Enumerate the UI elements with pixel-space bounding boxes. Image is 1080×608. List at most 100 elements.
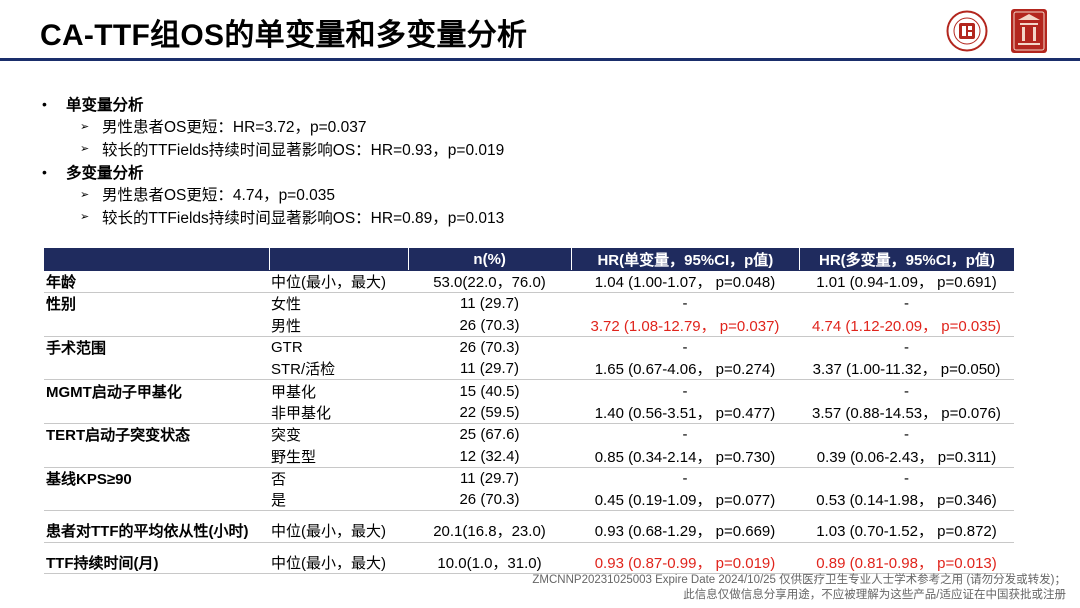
table-row: STR/活检 11 (29.7) 1.65 (0.67-4.06， p=0.274)… <box>44 358 1014 379</box>
univariate-hr-cell: 0.93 (0.87-0.99， p=0.019) <box>594 554 776 572</box>
n-percent-cell: 26 (70.3) <box>459 339 520 357</box>
n-percent-cell: 26 (70.3) <box>459 491 520 509</box>
subgroup-cell: 中位(最小，最大) <box>271 523 386 541</box>
header-cell <box>270 248 409 270</box>
row-label-cell: 基线KPS≥90 <box>46 470 132 488</box>
n-percent-cell: 25 (67.6) <box>459 426 520 444</box>
header-cell: HR(多变量，95%CI，p值) <box>819 251 995 269</box>
n-percent-cell: 11 (29.7) <box>460 295 519 313</box>
table-row: 男性 26 (70.3) 3.72 (1.08-12.79， p=0.037) 4.7… <box>44 315 1014 336</box>
table-row: 非甲基化 22 (59.5) 1.40 (0.56-3.51， p=0.477) 3.… <box>44 402 1014 423</box>
bullet-sub: ➢ 较长的TTFields持续时间显著影响OS：HR=0.89，p=0.013 <box>80 209 505 227</box>
table-group: 手术范围 GTR 26 (70.3) - - STR/活检 11 (29.7) 1.65 (0… <box>44 337 1014 381</box>
table-group: 患者对TTF的平均依从性(小时) 中位(最小，最大) 20.1(16.8，23.0)… <box>44 520 1014 543</box>
n-percent-cell: 53.0(22.0，76.0) <box>433 274 546 292</box>
table-row: TTF持续时间(月) 中位(最小，最大) 10.0(1.0，31.0) 0.93 (0… <box>44 552 1014 573</box>
arrow-icon: ➢ <box>80 143 90 156</box>
table-row: TERT启动子突变状态 突变 25 (67.6) - - <box>44 424 1014 445</box>
multivariate-hr-cell: - <box>904 295 909 313</box>
multivariate-hr-cell: 1.03 (0.70-1.52， p=0.872) <box>816 523 997 541</box>
subgroup-cell: 否 <box>271 470 287 488</box>
table-row: 患者对TTF的平均依从性(小时) 中位(最小，最大) 20.1(16.8，23.0)… <box>44 520 1014 541</box>
table-group: 性别 女性 11 (29.7) - - 男性 26 (70.3) 3.72 (1.08-12.… <box>44 293 1014 337</box>
header-cell: HR(单变量，95%CI，p值) <box>572 248 800 270</box>
multivariate-hr-cell: 0.53 (0.14-1.98， p=0.346) <box>816 492 997 510</box>
multivariate-hr-cell: - <box>904 382 909 400</box>
row-label-cell: 患者对TTF的平均依从性(小时) <box>46 523 249 541</box>
subgroup-cell: 甲基化 <box>271 383 317 401</box>
table-group: 基线KPS≥90 否 11 (29.7) - - 是 26 (70.3) 0.45 (0.19… <box>44 468 1014 512</box>
header-cell <box>44 248 271 270</box>
table-row: 性别 女性 11 (29.7) - - <box>44 293 1014 314</box>
univariate-hr-cell: 0.85 (0.34-2.14， p=0.730) <box>594 448 776 466</box>
row-spacer <box>44 511 1014 520</box>
row-label-cell: TERT启动子突变状态 <box>46 427 191 445</box>
univariate-hr-cell: 1.40 (0.56-3.51， p=0.477) <box>594 404 776 422</box>
table-body: 年龄 中位(最小，最大) 53.0(22.0，76.0) 1.04 (1.00-1.0… <box>44 271 1014 574</box>
subgroup-cell: STR/活检 <box>271 361 336 379</box>
table-row: 年龄 中位(最小，最大) 53.0(22.0，76.0) 1.04 (1.00-1.0… <box>44 271 1014 292</box>
subgroup-cell: 中位(最小，最大) <box>271 274 386 292</box>
arrow-icon: ➢ <box>80 120 90 133</box>
multivariate-hr-cell: 3.57 (0.88-14.53， p=0.076) <box>812 404 1001 422</box>
subgroup-cell: 是 <box>271 492 287 510</box>
multivariate-hr-cell: 1.01 (0.94-1.09， p=0.691) <box>816 274 997 292</box>
subgroup-cell: 非甲基化 <box>271 404 332 422</box>
analysis-table: n(%) HR(单变量，95%CI，p值) HR(多变量，95%CI，p值) 年… <box>44 248 1014 574</box>
hospital-stamp-logo <box>1011 9 1047 53</box>
multivariate-hr-cell: - <box>904 339 909 357</box>
row-label-cell: 性别 <box>46 296 77 314</box>
row-label-cell: TTF持续时间(月) <box>46 554 159 572</box>
univariate-hr-cell: - <box>682 339 688 357</box>
row-label-cell: 年龄 <box>46 274 77 292</box>
table-row: 手术范围 GTR 26 (70.3) - - <box>44 337 1014 358</box>
table-group: MGMT启动子甲基化 甲基化 15 (40.5) - - 非甲基化 22 (59.5) 1.4… <box>44 380 1014 425</box>
univariate-hr-cell: 3.72 (1.08-12.79， p=0.037) <box>590 317 780 335</box>
bullet-sub: ➢ 较长的TTFields持续时间显著影响OS：HR=0.93，p=0.019 <box>80 141 505 159</box>
univariate-hr-cell: - <box>682 382 688 400</box>
n-percent-cell: 11 (29.7) <box>460 360 519 378</box>
subgroup-cell: 男性 <box>271 317 302 335</box>
slide-title: CA-TTF组OS的单变量和多变量分析 <box>40 19 528 52</box>
bullet-sub: ➢ 男性患者OS更短：4.74，p=0.035 <box>80 187 336 205</box>
univariate-hr-cell: 1.04 (1.00-1.07， p=0.048) <box>594 274 776 292</box>
univariate-hr-cell: - <box>682 426 688 444</box>
n-percent-cell: 22 (59.5) <box>459 403 520 421</box>
univariate-hr-cell: 1.65 (0.67-4.06， p=0.274) <box>594 361 776 379</box>
table-row: 是 26 (70.3) 0.45 (0.19-1.09， p=0.077) 0.53 … <box>44 489 1014 510</box>
arrow-icon: ➢ <box>80 188 90 201</box>
univariate-hr-cell: 0.45 (0.19-1.09， p=0.077) <box>594 492 776 510</box>
table-group: TTF持续时间(月) 中位(最小，最大) 10.0(1.0，31.0) 0.93 (0… <box>44 552 1014 574</box>
n-percent-cell: 26 (70.3) <box>459 316 520 334</box>
row-label-cell: MGMT启动子甲基化 <box>46 383 182 401</box>
row-spacer <box>44 543 1014 552</box>
summary-bullets: • 单变量分析 ➢ 男性患者OS更短：HR=3.72，p=0.037 ➢ 较长的… <box>42 92 504 228</box>
n-percent-cell: 20.1(16.8，23.0) <box>433 523 546 541</box>
table-group: 年龄 中位(最小，最大) 53.0(22.0，76.0) 1.04 (1.00-1.0… <box>44 271 1014 294</box>
university-seal-logo <box>946 10 988 52</box>
univariate-hr-cell: 0.93 (0.68-1.29， p=0.669) <box>594 523 776 541</box>
bullet-univariate: • 单变量分析 <box>42 95 144 114</box>
n-percent-cell: 11 (29.7) <box>460 469 519 487</box>
multivariate-hr-cell: 4.74 (1.12-20.09， p=0.035) <box>812 317 1001 335</box>
n-percent-cell: 12 (32.4) <box>459 447 520 465</box>
bullet-sub: ➢ 男性患者OS更短：HR=3.72，p=0.037 <box>80 119 367 137</box>
multivariate-hr-cell: - <box>904 426 909 444</box>
table-row: MGMT启动子甲基化 甲基化 15 (40.5) - - <box>44 380 1014 401</box>
univariate-hr-cell: - <box>682 469 688 487</box>
n-percent-cell: 10.0(1.0，31.0) <box>437 554 542 572</box>
subgroup-cell: GTR <box>271 339 303 357</box>
table-row: 野生型 12 (32.4) 0.85 (0.34-2.14， p=0.730) 0.3… <box>44 445 1014 466</box>
table-row: 基线KPS≥90 否 11 (29.7) - - <box>44 468 1014 489</box>
disclaimer-footer: ZMCNNP20231025003 Expire Date 2024/10/25… <box>532 574 1066 601</box>
arrow-icon: ➢ <box>80 211 90 224</box>
multivariate-hr-cell: - <box>904 469 909 487</box>
bullet-dot: • <box>42 95 47 112</box>
table-group: TERT启动子突变状态 突变 25 (67.6) - - 野生型 12 (32.4) 0.85… <box>44 424 1014 468</box>
univariate-hr-cell: - <box>682 295 688 313</box>
title-divider <box>0 58 1080 61</box>
multivariate-hr-cell: 0.39 (0.06-2.43， p=0.311) <box>816 448 997 466</box>
multivariate-hr-cell: 3.37 (1.00-11.32， p=0.050) <box>812 361 1001 379</box>
bullet-multivariate: • 多变量分析 <box>42 163 144 182</box>
subgroup-cell: 中位(最小，最大) <box>271 554 386 572</box>
